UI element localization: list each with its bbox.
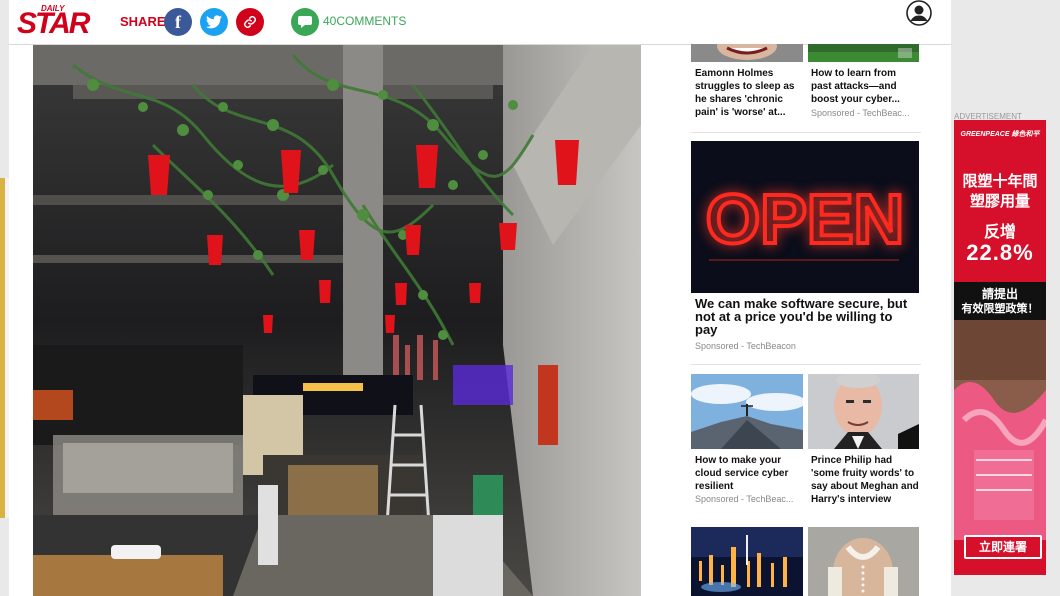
ad-line-1: 限塑十年間 [962,173,1038,190]
ad-line-3: 反增 [983,224,1016,241]
sidebar-divider [691,364,921,365]
feature-sponsor: Sponsored - TechBeacon [695,341,796,351]
facebook-icon: f [175,11,181,32]
card-philip-title[interactable]: Prince Philip had 'some fruity words' to… [811,454,919,506]
card-eamonn-title[interactable]: Eamonn Holmes struggles to sleep as he s… [695,67,799,119]
sidebar-divider [691,132,921,133]
top-bar: DAILY STAR SHARE f 40COMMENTS [9,0,951,45]
greenpeace-ad[interactable]: GREENPEACE 綠色和平 限塑十年間 塑膠用量 反增 22.8% 請提出 … [954,120,1046,575]
card-cyber-image[interactable] [808,44,919,62]
feature-open-sign-image[interactable]: OPEN [691,141,919,293]
daily-star-logo[interactable]: DAILY STAR [17,4,90,40]
ad-cta-label: 立即連署 [978,540,1027,554]
feature-title[interactable]: We can make software secure, but not at … [695,297,915,336]
card-cyber-title[interactable]: How to learn from past attacks—and boost… [811,67,915,106]
twitter-share-button[interactable] [200,8,228,36]
card-model-image[interactable] [808,527,919,596]
comments-label: COMMENTS [336,14,407,28]
ad-percent: 22.8% [966,240,1034,265]
card-cloud-sponsor: Sponsored - TechBeac... [695,494,794,504]
account-button[interactable] [906,0,932,26]
card-eamonn-image[interactable] [691,44,803,62]
card-vegas-image[interactable] [691,527,803,596]
open-sign-text: OPEN [706,180,904,258]
link-icon [244,16,256,28]
comments-link[interactable]: 40COMMENTS [323,14,406,28]
comments-count: 40 [323,14,337,28]
ad-line-2: 塑膠用量 [969,193,1030,210]
ad-cta-button[interactable]: 立即連署 [964,535,1042,559]
user-icon [906,0,932,26]
facebook-share-button[interactable]: f [164,8,192,36]
share-label: SHARE [120,14,166,29]
ad-line-5: 有效限塑政策！ [961,303,1039,315]
card-cloud-title[interactable]: How to make your cloud service cyber res… [695,454,799,493]
card-cyber-sponsor: Sponsored - TechBeac... [811,108,910,118]
card-cloud-image[interactable] [691,374,803,449]
ad-brand: GREENPEACE 綠色和平 [960,131,1040,138]
article-video[interactable] [33,45,641,596]
article-page: DAILY STAR SHARE f 40COMMENTS Eamonn Hol… [9,0,951,596]
logo-star: STAR [17,7,90,40]
copy-link-button[interactable] [236,8,264,36]
ad-bags-image [954,320,1046,540]
bar-interior-image [33,45,641,596]
card-philip-image[interactable] [808,374,919,449]
comment-icon [298,16,312,28]
comments-button[interactable] [291,8,319,36]
twitter-icon [206,15,222,29]
